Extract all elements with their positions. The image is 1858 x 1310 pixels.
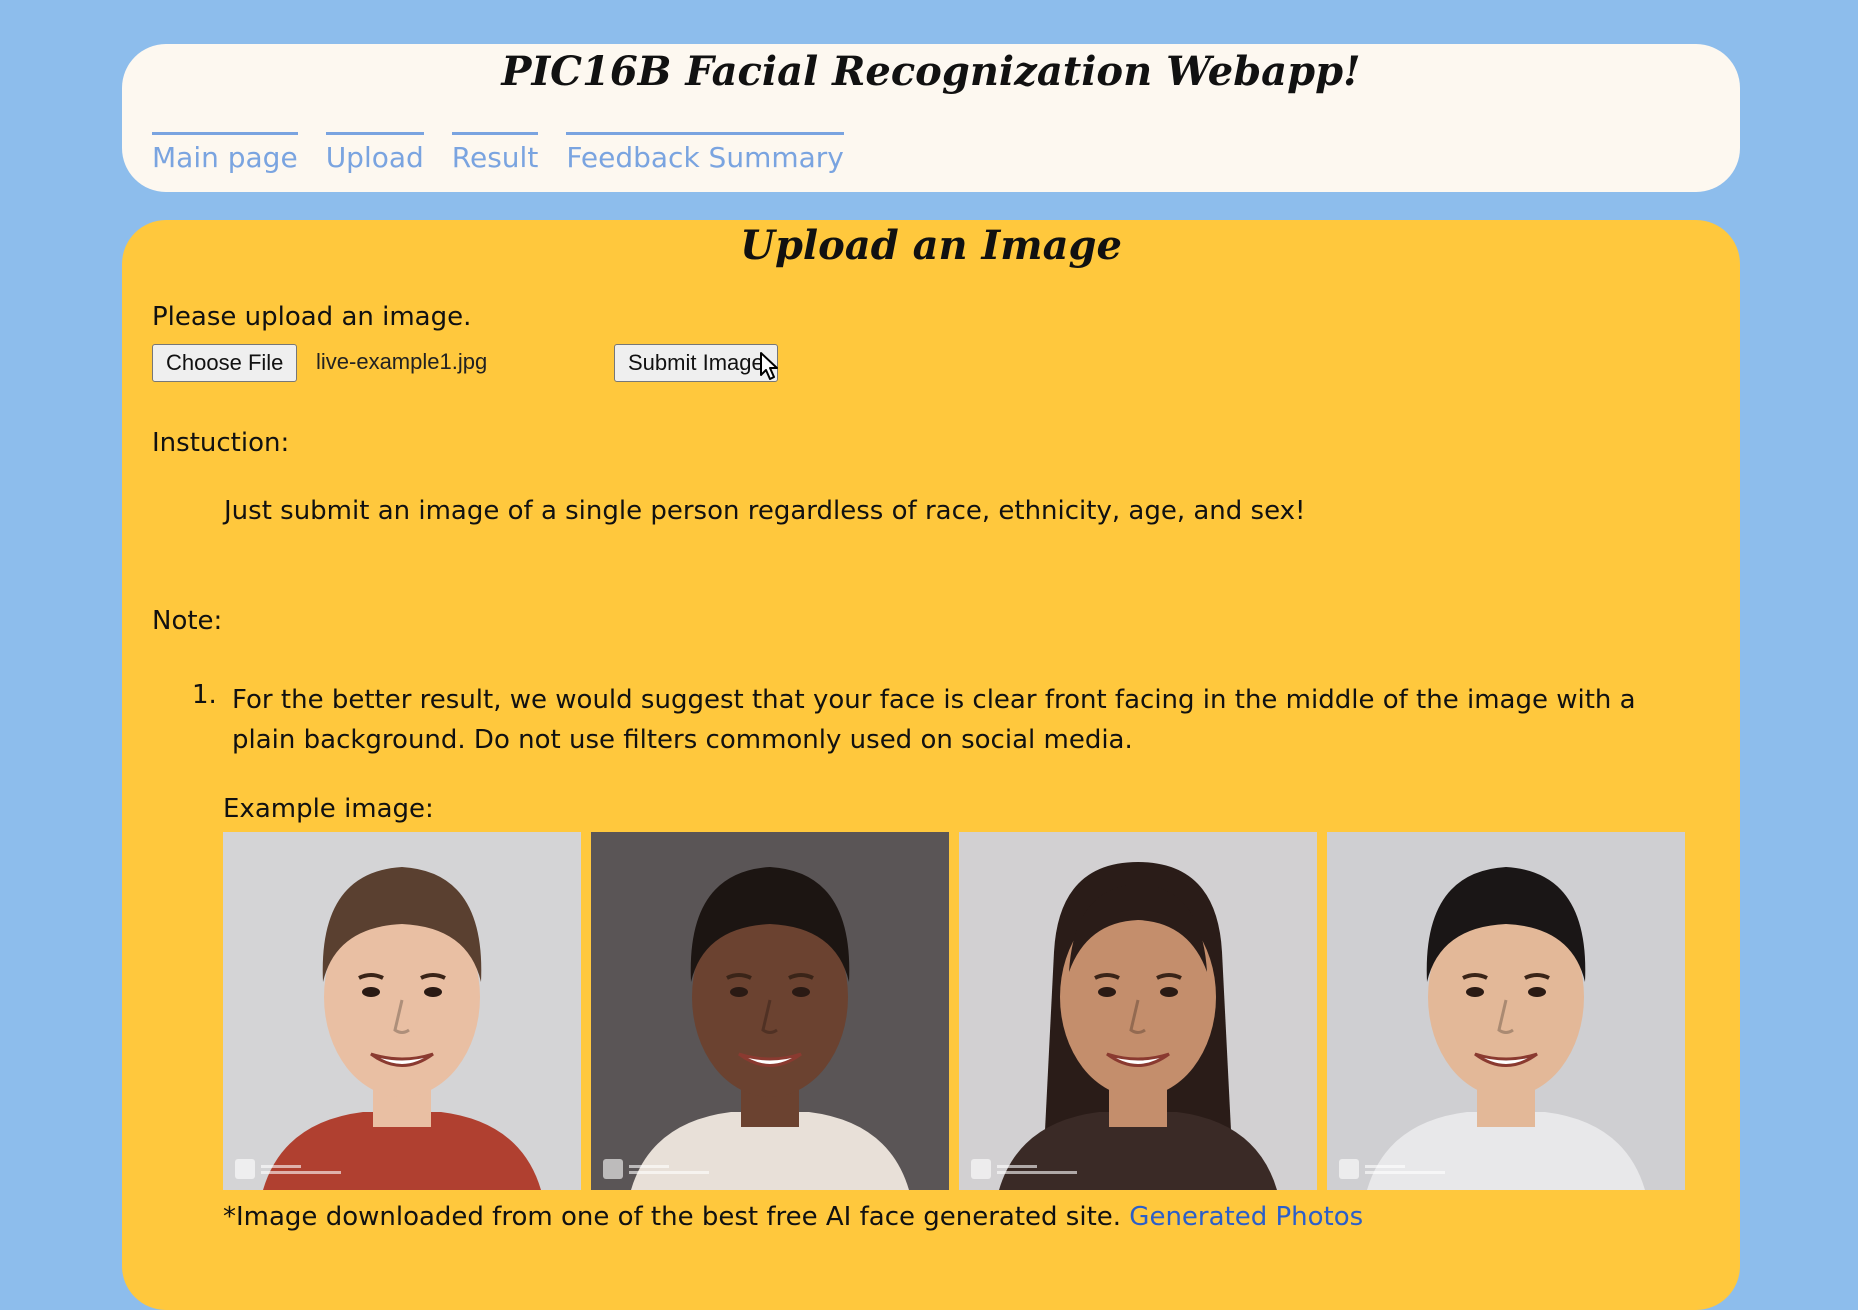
portrait-graphic <box>1327 832 1685 1190</box>
nav-feedback-summary[interactable]: Feedback Summary <box>566 132 844 175</box>
example-label: Example image: <box>223 794 434 824</box>
nav-bar: Main page Upload Result Feedback Summary <box>152 132 844 175</box>
instruction-text: Just submit an image of a single person … <box>224 496 1306 526</box>
note-label: Note: <box>152 606 223 636</box>
upload-heading: Upload an Image <box>740 222 1122 269</box>
portrait-graphic <box>591 832 949 1190</box>
header: PIC16B Facial Recognization Webapp! Main… <box>122 44 1740 192</box>
example-image-3 <box>959 832 1317 1190</box>
footnote-text: *Image downloaded from one of the best f… <box>223 1202 1130 1232</box>
example-image-1 <box>223 832 581 1190</box>
generated-photos-link[interactable]: Generated Photos <box>1129 1202 1363 1232</box>
portrait-graphic <box>223 832 581 1190</box>
mouse-cursor-icon <box>760 352 778 380</box>
selected-file-name: live-example1.jpg <box>316 349 488 374</box>
example-image-4 <box>1327 832 1685 1190</box>
nav-result[interactable]: Result <box>451 132 539 175</box>
submit-image-button[interactable]: Submit Image <box>614 344 778 382</box>
nav-upload[interactable]: Upload <box>325 132 424 175</box>
nav-main-page[interactable]: Main page <box>152 132 298 175</box>
watermark-icon <box>971 1158 1081 1180</box>
upload-card: Upload an Image Please upload an image. … <box>122 220 1740 1310</box>
choose-file-button[interactable]: Choose File <box>152 344 298 382</box>
watermark-icon <box>1339 1158 1449 1180</box>
example-images <box>223 832 1685 1190</box>
watermark-icon <box>603 1158 713 1180</box>
example-image-2 <box>591 832 949 1190</box>
footnote: *Image downloaded from one of the best f… <box>223 1202 1363 1232</box>
note-item-text: For the better result, we would suggest … <box>232 685 1636 755</box>
note-item-number: 1. <box>192 680 217 710</box>
instruction-label: Instuction: <box>152 428 290 458</box>
app-title: PIC16B Facial Recognization Webapp! <box>501 48 1361 95</box>
portrait-graphic <box>959 832 1317 1190</box>
upload-prompt: Please upload an image. <box>152 302 472 332</box>
watermark-icon <box>235 1158 345 1180</box>
